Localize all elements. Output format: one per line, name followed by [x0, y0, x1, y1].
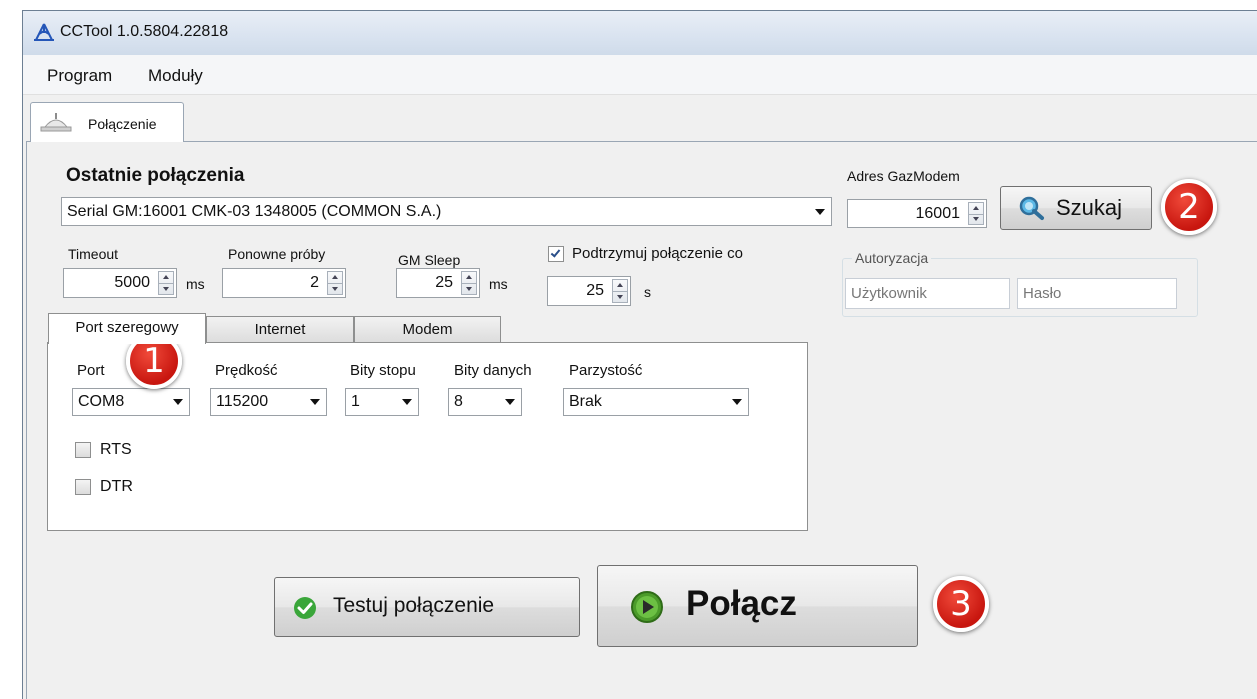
- app-logo-icon: [34, 23, 54, 41]
- callout-2: 2: [1161, 179, 1217, 235]
- retries-spinner[interactable]: 2: [222, 268, 346, 298]
- modem-icon: [40, 113, 72, 132]
- check-circle-icon: [294, 597, 316, 619]
- spinner-arrows-icon[interactable]: [968, 202, 984, 225]
- callout-3: 3: [933, 576, 989, 632]
- timeout-spinner[interactable]: 5000: [63, 268, 177, 298]
- window-title: CCTool 1.0.5804.22818: [60, 23, 229, 40]
- timeout-label: Timeout: [68, 246, 119, 262]
- keepalive-unit: s: [644, 284, 651, 300]
- keepalive-label: Podtrzymuj połączenie co: [572, 245, 743, 262]
- chevron-down-icon: [310, 399, 320, 405]
- stop-bits-label: Bity stopu: [350, 362, 416, 379]
- password-field[interactable]: Hasło: [1017, 278, 1177, 309]
- tab-internet[interactable]: Internet: [206, 316, 354, 343]
- data-bits-combo[interactable]: 8: [448, 388, 522, 416]
- tab-connection[interactable]: Połączenie: [30, 102, 184, 142]
- connect-button[interactable]: Połącz: [597, 565, 918, 647]
- search-button[interactable]: Szukaj: [1000, 186, 1152, 230]
- chevron-down-icon: [173, 399, 183, 405]
- authorization-label: Autoryzacja: [852, 250, 932, 266]
- parity-label: Parzystość: [569, 362, 643, 379]
- spinner-arrows-icon[interactable]: [158, 271, 174, 295]
- retries-value: 2: [310, 274, 319, 291]
- stop-bits-value: 1: [351, 393, 360, 410]
- check-icon: [550, 247, 561, 258]
- tab-modem[interactable]: Modem: [354, 316, 501, 343]
- tab-serial-port[interactable]: Port szeregowy: [48, 313, 206, 344]
- parity-value: Brak: [569, 393, 602, 410]
- chevron-down-icon: [402, 399, 412, 405]
- spinner-arrows-icon[interactable]: [612, 279, 628, 303]
- dtr-label: DTR: [100, 478, 133, 495]
- keepalive-value: 25: [586, 282, 604, 299]
- data-bits-value: 8: [454, 393, 463, 410]
- connect-label: Połącz: [686, 584, 797, 623]
- test-connection-label: Testuj połączenie: [333, 594, 495, 617]
- port-label: Port: [77, 362, 105, 379]
- keepalive-checkbox[interactable]: [548, 246, 564, 262]
- speed-label: Prędkość: [215, 362, 278, 379]
- recent-connections-value: Serial GM:16001 CMK-03 1348005 (COMMON S…: [67, 202, 442, 220]
- speed-value: 115200: [216, 393, 269, 410]
- parity-combo[interactable]: Brak: [563, 388, 749, 416]
- stop-bits-combo[interactable]: 1: [345, 388, 419, 416]
- dtr-checkbox[interactable]: [75, 479, 91, 495]
- chevron-down-icon: [815, 208, 825, 215]
- port-combo[interactable]: COM8: [72, 388, 190, 416]
- test-connection-button[interactable]: Testuj połączenie: [274, 577, 580, 637]
- chevron-down-icon: [732, 399, 742, 405]
- username-field[interactable]: Użytkownik: [845, 278, 1010, 309]
- timeout-value: 5000: [114, 274, 150, 291]
- menu-modules[interactable]: Moduły: [148, 66, 203, 86]
- gm-sleep-spinner[interactable]: 25: [396, 268, 480, 298]
- address-value: 16001: [915, 205, 961, 222]
- search-button-label: Szukaj: [1056, 195, 1123, 220]
- data-bits-label: Bity danych: [454, 362, 532, 379]
- spinner-arrows-icon[interactable]: [461, 271, 477, 295]
- port-value: COM8: [78, 393, 125, 410]
- speed-combo[interactable]: 115200: [210, 388, 327, 416]
- tab-connection-label: Połączenie: [88, 116, 157, 132]
- gm-sleep-unit: ms: [489, 276, 508, 292]
- chevron-down-icon: [505, 399, 515, 405]
- recent-connections-label: Ostatnie połączenia: [66, 165, 245, 186]
- address-spinner[interactable]: 16001: [847, 199, 987, 228]
- address-label: Adres GazModem: [847, 168, 960, 184]
- gm-sleep-value: 25: [435, 274, 453, 291]
- spinner-arrows-icon[interactable]: [327, 271, 343, 295]
- play-icon: [631, 591, 663, 623]
- rts-checkbox[interactable]: [75, 442, 91, 458]
- timeout-unit: ms: [186, 276, 205, 292]
- title-bar: CCTool 1.0.5804.22818: [23, 11, 1257, 55]
- menu-program[interactable]: Program: [47, 66, 112, 86]
- keepalive-spinner[interactable]: 25: [547, 276, 631, 306]
- recent-connections-combo[interactable]: Serial GM:16001 CMK-03 1348005 (COMMON S…: [61, 197, 832, 226]
- retries-label: Ponowne próby: [228, 246, 326, 262]
- search-icon: [1019, 196, 1044, 220]
- gm-sleep-label: GM Sleep: [398, 252, 461, 268]
- menu-bar: [23, 55, 1257, 95]
- rts-label: RTS: [100, 441, 132, 458]
